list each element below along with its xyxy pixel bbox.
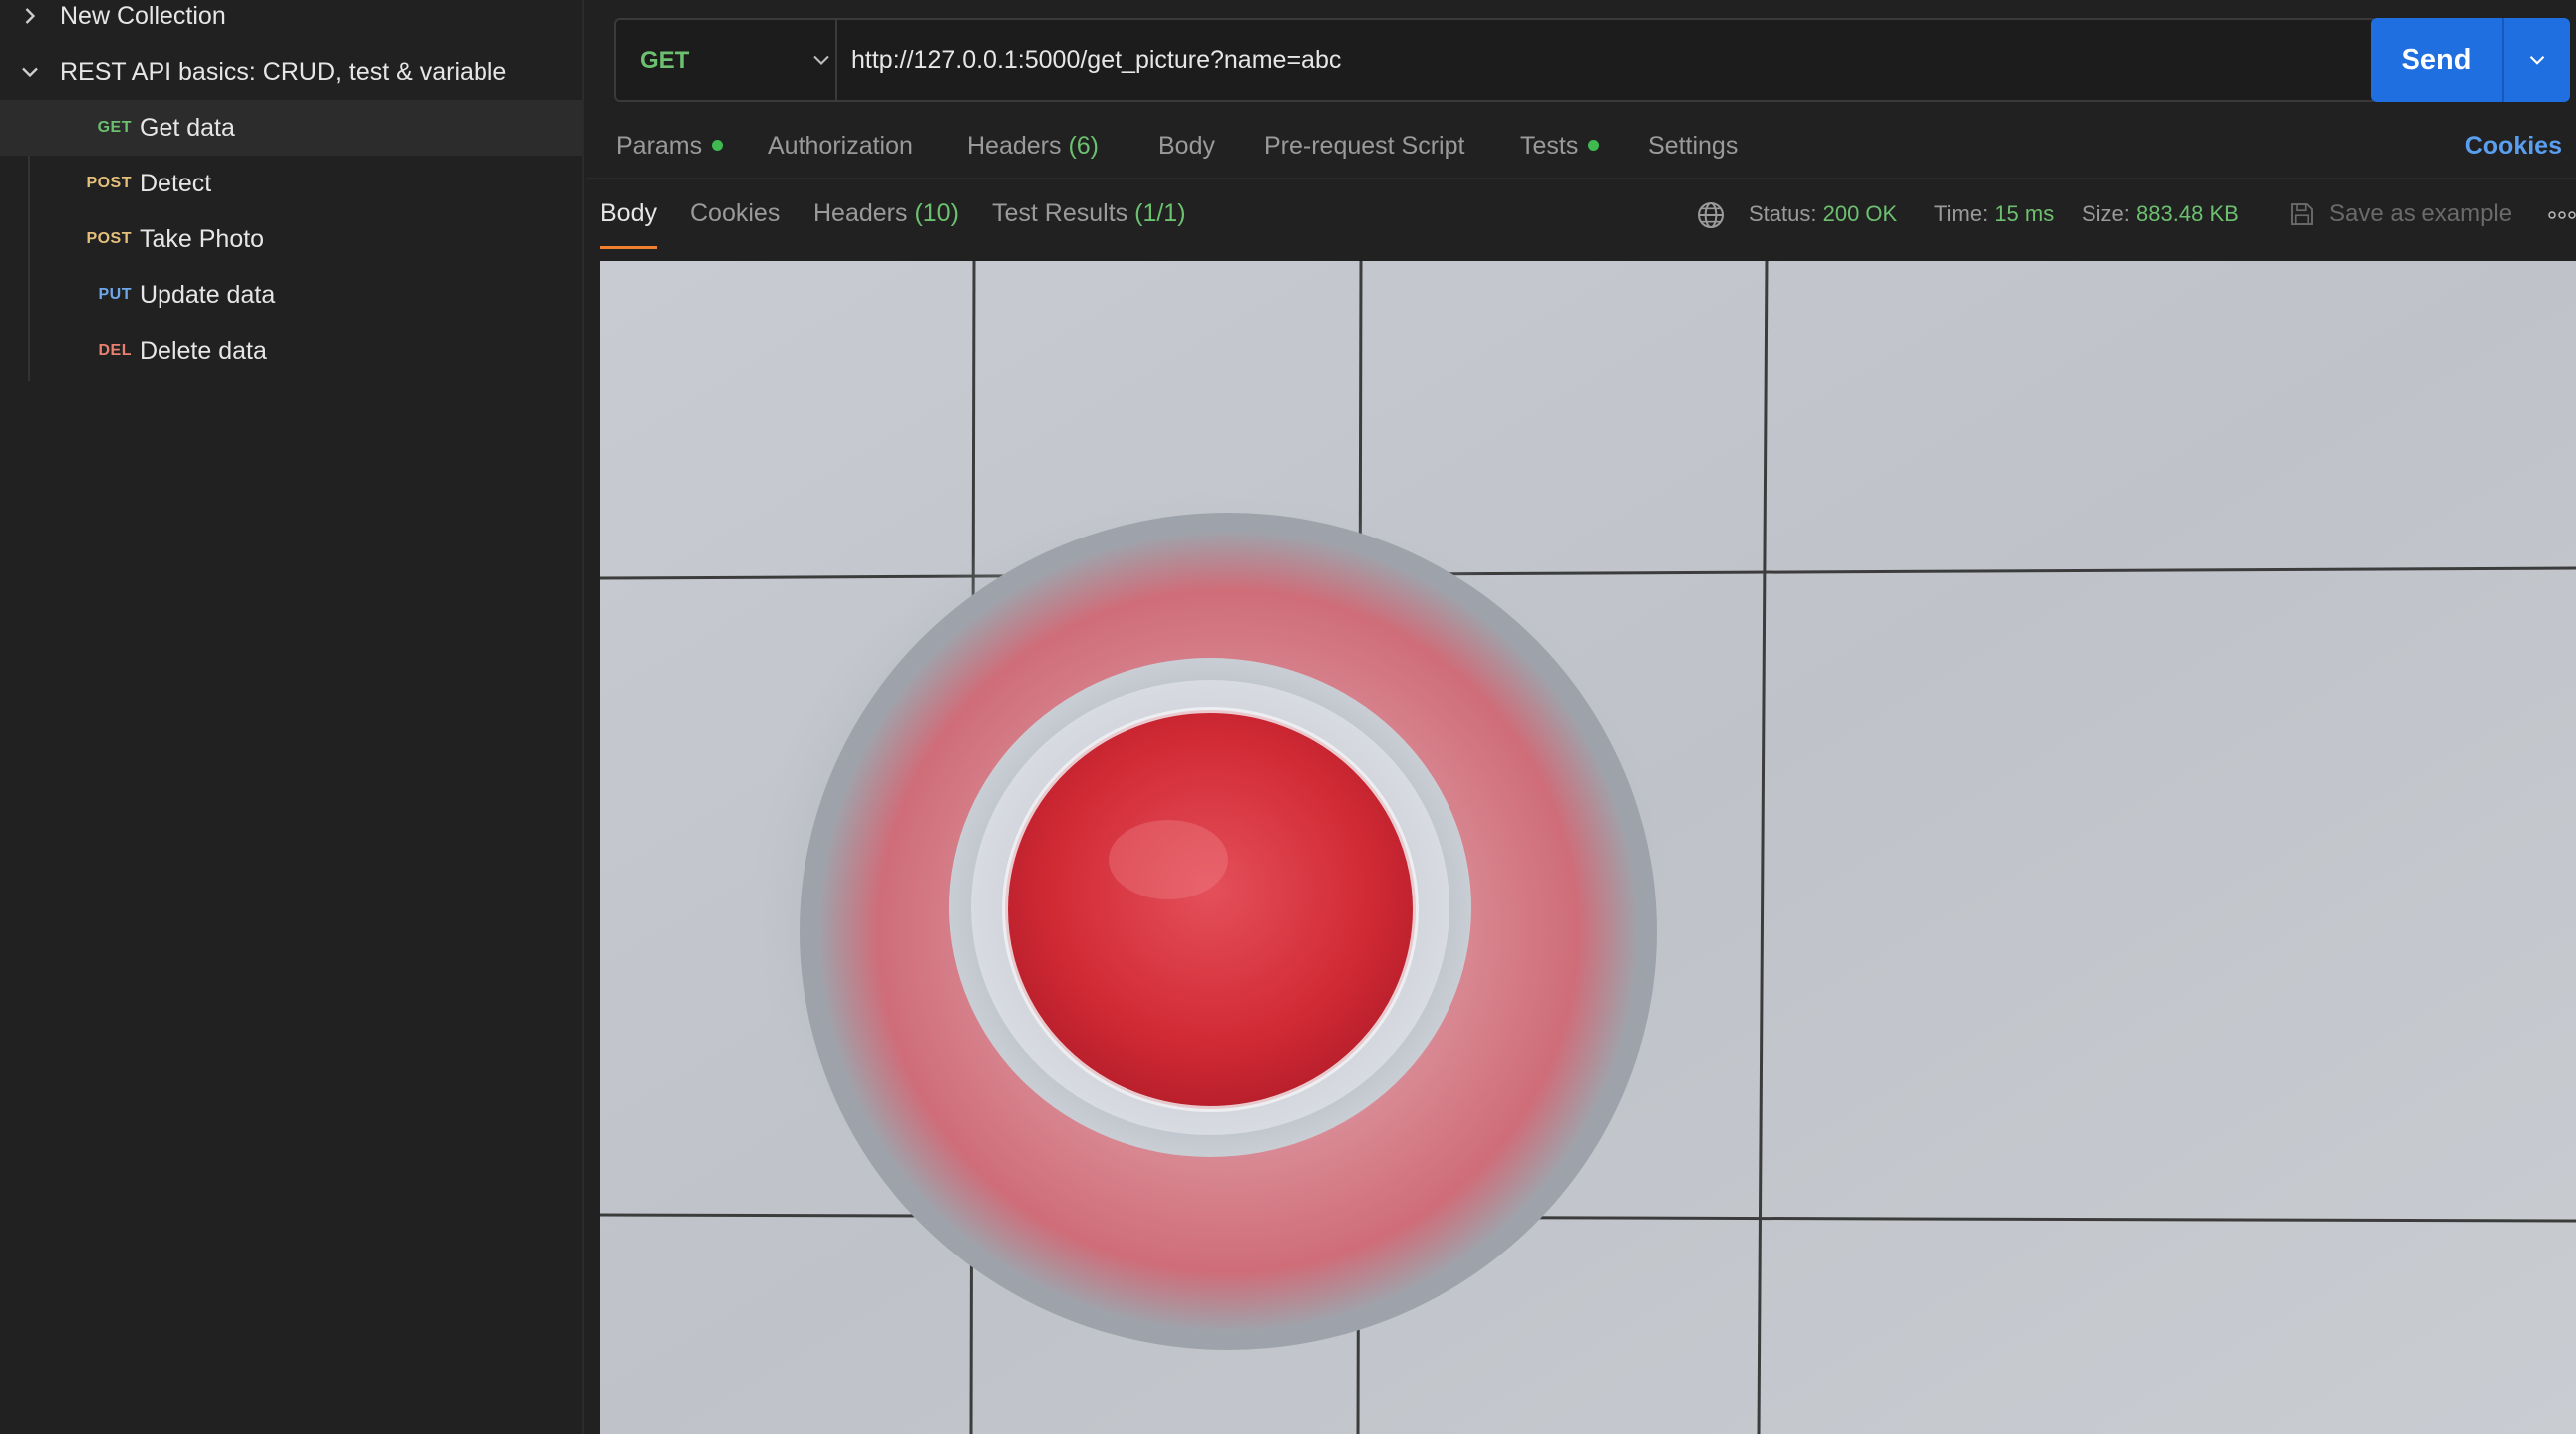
response-tab-headers[interactable]: Headers (10) — [813, 199, 959, 249]
app-window: New Collection REST API basics: CRUD, te… — [0, 0, 2576, 1434]
response-bar: Body Cookies Headers (10) Test Results (… — [586, 178, 2576, 259]
tab-count: (1/1) — [1134, 199, 1186, 227]
photo-red-cup-on-tiles — [600, 261, 2576, 1434]
tab-label: Params — [616, 132, 703, 160]
request-item-get-data[interactable]: GET Get data — [0, 100, 582, 156]
collections-sidebar: New Collection REST API basics: CRUD, te… — [0, 0, 584, 1434]
request-item-delete-data[interactable]: DEL Delete data — [0, 323, 582, 379]
send-options-button[interactable] — [2504, 18, 2570, 102]
status-dot-icon — [712, 139, 724, 151]
request-label: Take Photo — [140, 224, 265, 253]
response-tab-body[interactable]: Body — [600, 199, 657, 249]
collection-new-collection[interactable]: New Collection — [0, 0, 582, 44]
request-item-update-data[interactable]: PUT Update data — [0, 267, 582, 323]
method-badge: POST — [86, 175, 132, 191]
request-label: Detect — [140, 169, 212, 197]
send-button[interactable]: Send — [2371, 18, 2504, 102]
time-readout[interactable]: Time: 15 ms — [1934, 201, 2054, 227]
tab-tests[interactable]: Tests — [1520, 132, 1600, 161]
chevron-down-icon[interactable] — [16, 58, 44, 86]
size-readout[interactable]: Size: 883.48 KB — [2082, 201, 2239, 227]
chevron-down-icon — [813, 55, 829, 65]
tab-count: (10) — [914, 199, 959, 227]
method-badge: GET — [97, 119, 132, 136]
response-tab-cookies[interactable]: Cookies — [690, 199, 780, 249]
tab-label: Test Results — [992, 199, 1128, 227]
send-button-group: Send — [2371, 18, 2570, 102]
response-image-preview[interactable] — [600, 261, 2576, 1434]
response-tab-test-results[interactable]: Test Results (1/1) — [992, 199, 1186, 249]
status-readout[interactable]: Status: 200 OK — [1749, 201, 1897, 227]
save-as-example-label: Save as example — [2329, 200, 2513, 227]
size-label: Size: — [2082, 201, 2130, 226]
method-select[interactable]: GET — [616, 20, 837, 100]
cookies-link[interactable]: Cookies — [2465, 132, 2562, 161]
tab-pre-request-script[interactable]: Pre-request Script — [1264, 132, 1464, 161]
time-value: 15 ms — [1994, 201, 2055, 226]
chevron-right-icon[interactable] — [16, 2, 44, 30]
globe-icon[interactable] — [1695, 199, 1727, 231]
tab-body[interactable]: Body — [1158, 132, 1215, 161]
status-value: 200 OK — [1822, 201, 1898, 226]
save-icon — [2291, 203, 2313, 225]
request-label: Delete data — [140, 336, 267, 365]
request-item-take-photo[interactable]: POST Take Photo — [0, 211, 582, 267]
tab-headers[interactable]: Headers (6) — [967, 132, 1099, 161]
request-tabs: Params Authorization Headers (6) Body Pr… — [586, 124, 2576, 174]
collection-label: REST API basics: CRUD, test & variable — [60, 57, 507, 86]
time-label: Time: — [1934, 201, 1989, 226]
url-bar: GET — [614, 18, 2377, 102]
status-dot-icon — [1588, 139, 1600, 151]
method-badge: DEL — [98, 342, 132, 359]
request-label: Get data — [140, 113, 235, 142]
url-input[interactable] — [851, 20, 2347, 100]
request-item-detect[interactable]: POST Detect — [0, 156, 582, 211]
tab-count: (6) — [1068, 132, 1100, 160]
more-options-icon[interactable] — [2548, 205, 2576, 225]
request-workspace: GET Send Params Authorization Headers (6… — [586, 0, 2576, 1434]
save-as-example-button[interactable]: Save as example — [2287, 199, 2512, 229]
method-badge: PUT — [98, 286, 132, 303]
chevron-down-icon — [2529, 55, 2545, 65]
tab-authorization[interactable]: Authorization — [768, 132, 913, 161]
collection-label: New Collection — [60, 1, 226, 30]
method-badge: POST — [86, 230, 132, 247]
collection-rest-api-basics[interactable]: REST API basics: CRUD, test & variable — [0, 44, 582, 100]
tab-label: Headers — [967, 132, 1062, 160]
request-label: Update data — [140, 280, 276, 309]
tab-params[interactable]: Params — [616, 132, 724, 161]
status-label: Status: — [1749, 201, 1817, 226]
tab-settings[interactable]: Settings — [1648, 132, 1738, 161]
method-select-value: GET — [640, 47, 690, 74]
size-value: 883.48 KB — [2136, 201, 2239, 226]
tab-label: Tests — [1520, 132, 1579, 160]
tab-label: Headers — [813, 199, 908, 227]
